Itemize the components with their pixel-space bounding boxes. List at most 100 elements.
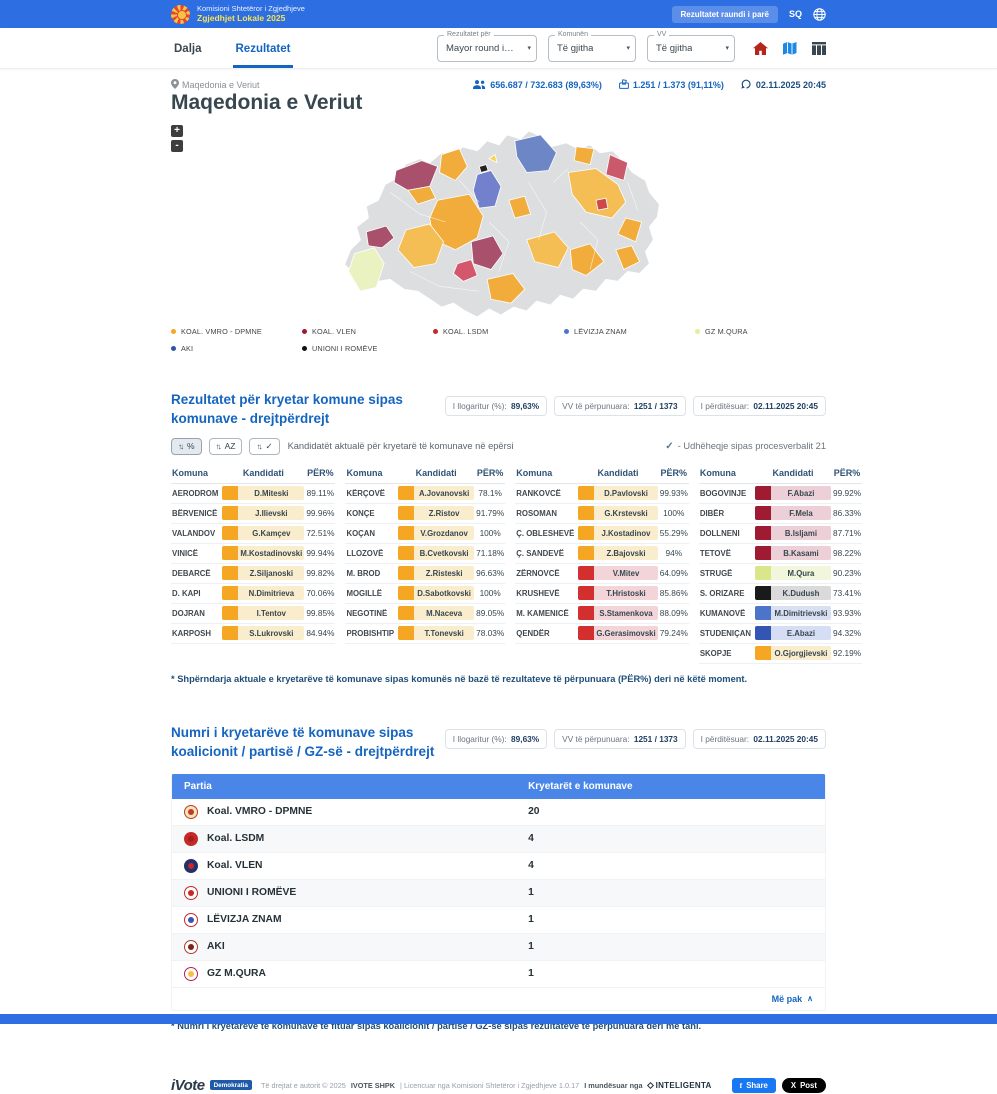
filter-select-1[interactable]: Rezultatet përMayor round in the ...▾ (437, 35, 537, 62)
updated-value: 02.11.2025 20:45 (756, 80, 826, 90)
percent-cell: 99.96% (305, 503, 335, 523)
candidate-name: B.Cvetkovski (414, 549, 474, 558)
filter-select-2[interactable]: KomunënTë gjitha▾ (548, 35, 636, 62)
komuna-cell: Ç. SANDEVË (515, 543, 577, 563)
komuna-cell: DOJRAN (171, 603, 221, 623)
filter-label: Rezultatet për (444, 31, 494, 38)
map-zoom-in-button[interactable]: + (171, 125, 183, 137)
percent-cell: 92.19% (832, 643, 862, 663)
party-color-block (398, 606, 414, 620)
sort-button-3[interactable]: ↑↓✓ (249, 438, 279, 455)
result-row: M. KAMENICËS.Stamenkova88.09% (515, 603, 689, 623)
candidate-name: V.Grozdanov (414, 529, 474, 538)
candidate-chip: D.Sabotkovski (398, 586, 474, 600)
candidate-chip: Z.Bajovski (578, 546, 657, 560)
party-name-cell: Koal. LSDM (184, 832, 528, 846)
breadcrumb-row: Maqedonia e Veriut 656.687 / 732.683 (89… (171, 79, 826, 91)
facebook-share-button[interactable]: f Share (732, 1078, 776, 1093)
sort-button-2[interactable]: ↑↓AZ (209, 438, 243, 455)
x-post-button[interactable]: X Post (782, 1078, 826, 1093)
party-color-block (222, 566, 238, 580)
candidate-chip: G.Krstevski (578, 506, 657, 520)
party-rows: Koal. VMRO - DPMNE20Koal. LSDM4Koal. VLE… (172, 799, 825, 988)
results-table-3: KomunaKandidatiPËR%RANKOVCËD.Pavlovski99… (515, 463, 689, 644)
filter-value: Mayor round in the ... (446, 43, 518, 54)
candidate-name: Z.Risteski (414, 569, 474, 578)
stat-badge: VV të përpunuara: 1251 / 1373 (554, 396, 686, 416)
party-color-block (222, 526, 238, 540)
macedonia-choropleth-map[interactable] (330, 123, 668, 321)
chevron-up-icon: ∧ (807, 994, 813, 1003)
result-row: TETOVËB.Kasami98.22% (699, 543, 862, 563)
sort-button-1[interactable]: ↑↓% (171, 438, 202, 455)
voters-value: 656.687 / 732.683 (89,63%) (490, 80, 602, 90)
table-view-icon[interactable] (812, 42, 826, 55)
candidate-cell: J.Ilievski (221, 503, 305, 523)
language-selector[interactable]: SQ (789, 9, 802, 19)
show-less-link[interactable]: Më pak ∧ (172, 988, 825, 1010)
candidate-cell: K.Dudush (754, 583, 832, 603)
license-text: | Licencuar nga Komisioni Shtetëror i Zg… (400, 1081, 579, 1090)
komuna-cell: NEGOTINË (345, 603, 397, 623)
percent-cell: 79.24% (659, 623, 689, 643)
party-color-block (398, 486, 414, 500)
tab-rezultatet[interactable]: Rezultatet (233, 28, 294, 68)
party-summary-title: Numri i kryetarëve të komunave sipas koa… (171, 724, 445, 762)
percent-cell: 99.93% (659, 483, 689, 503)
nav-bar: DaljaRezultatet Rezultatet përMayor roun… (0, 28, 997, 69)
result-row: ROSOMANG.Krstevski100% (515, 503, 689, 523)
tab-dalja[interactable]: Dalja (171, 28, 205, 68)
results-stats-badges: I llogaritur (%): 89,63% VV të përpunuara… (445, 396, 826, 416)
result-row: KARPOSHS.Lukrovski84.94% (171, 623, 335, 643)
percent-cell: 94% (659, 543, 689, 563)
candidate-name: G.Kamçev (238, 529, 304, 538)
globe-icon[interactable] (813, 8, 826, 21)
candidate-name: S.Lukrovski (238, 629, 304, 638)
copyright-text: Të drejtat e autorit © 2025 (261, 1081, 346, 1090)
komuna-cell: M. KAMENICË (515, 603, 577, 623)
party-name: GZ M.QURA (207, 968, 266, 979)
candidate-name: I.Tentov (238, 609, 304, 618)
mayors-column-header: Kryetarët e komunave (528, 781, 813, 792)
map-view-icon[interactable] (783, 42, 797, 55)
party-name-cell: AKI (184, 940, 528, 954)
candidate-chip: J.Ilievski (222, 506, 304, 520)
column-header: Komuna (171, 463, 221, 484)
stat-badge: I llogaritur (%): 89,63% (445, 396, 547, 416)
candidate-cell: M.Dimitrievski (754, 603, 832, 623)
inteligenta-diamond-icon (647, 1082, 654, 1089)
candidate-chip: M.Qura (755, 566, 831, 580)
party-row: GZ M.QURA1 (172, 961, 825, 988)
komuna-cell: QENDËR (515, 623, 577, 643)
party-color-block (755, 646, 771, 660)
party-color-block (398, 586, 414, 600)
percent-cell: 70.06% (305, 583, 335, 603)
party-color-block (398, 546, 414, 560)
results-footnote: * Shpërndarja aktuale e kryetarëve të ko… (171, 674, 826, 684)
candidate-chip: T.Tonevski (398, 626, 474, 640)
result-row: DEBARCËZ.Siljanoski99.82% (171, 563, 335, 583)
candidate-name: M.Kostadinovski (238, 549, 304, 558)
candidate-chip: M.Naceva (398, 606, 474, 620)
result-row: MOGILLËD.Sabotkovski100% (345, 583, 505, 603)
filter-list: Rezultatet përMayor round in the ...▾ Kom… (437, 35, 735, 62)
filter-select-3[interactable]: VVTë gjitha▾ (647, 35, 735, 62)
candidate-cell: J.Kostadinov (577, 523, 658, 543)
first-round-results-button[interactable]: Rezultatet raundi i parë (672, 6, 778, 23)
stations-value: 1.251 / 1.373 (91,11%) (633, 80, 724, 90)
candidate-cell: D.Pavlovski (577, 483, 658, 503)
party-row: Koal. VLEN4 (172, 853, 825, 880)
home-icon[interactable] (753, 42, 768, 55)
candidate-cell: N.Dimitrieva (221, 583, 305, 603)
percent-cell: 100% (659, 503, 689, 523)
result-row: DOJRANI.Tentov99.85% (171, 603, 335, 623)
komuna-cell: DIBËR (699, 503, 754, 523)
map-zoom-out-button[interactable]: - (171, 140, 183, 152)
komuna-cell: KOÇAN (345, 523, 397, 543)
candidate-chip: J.Kostadinov (578, 526, 657, 540)
party-row: Koal. LSDM4 (172, 826, 825, 853)
komuna-cell: ZËRNOVCË (515, 563, 577, 583)
result-row: ZËRNOVCËV.Mitev64.09% (515, 563, 689, 583)
verify-note: ✓ - Udhëheqje sipas procesverbalit 21 (665, 441, 826, 452)
candidate-name: T.Hristoski (594, 589, 657, 598)
